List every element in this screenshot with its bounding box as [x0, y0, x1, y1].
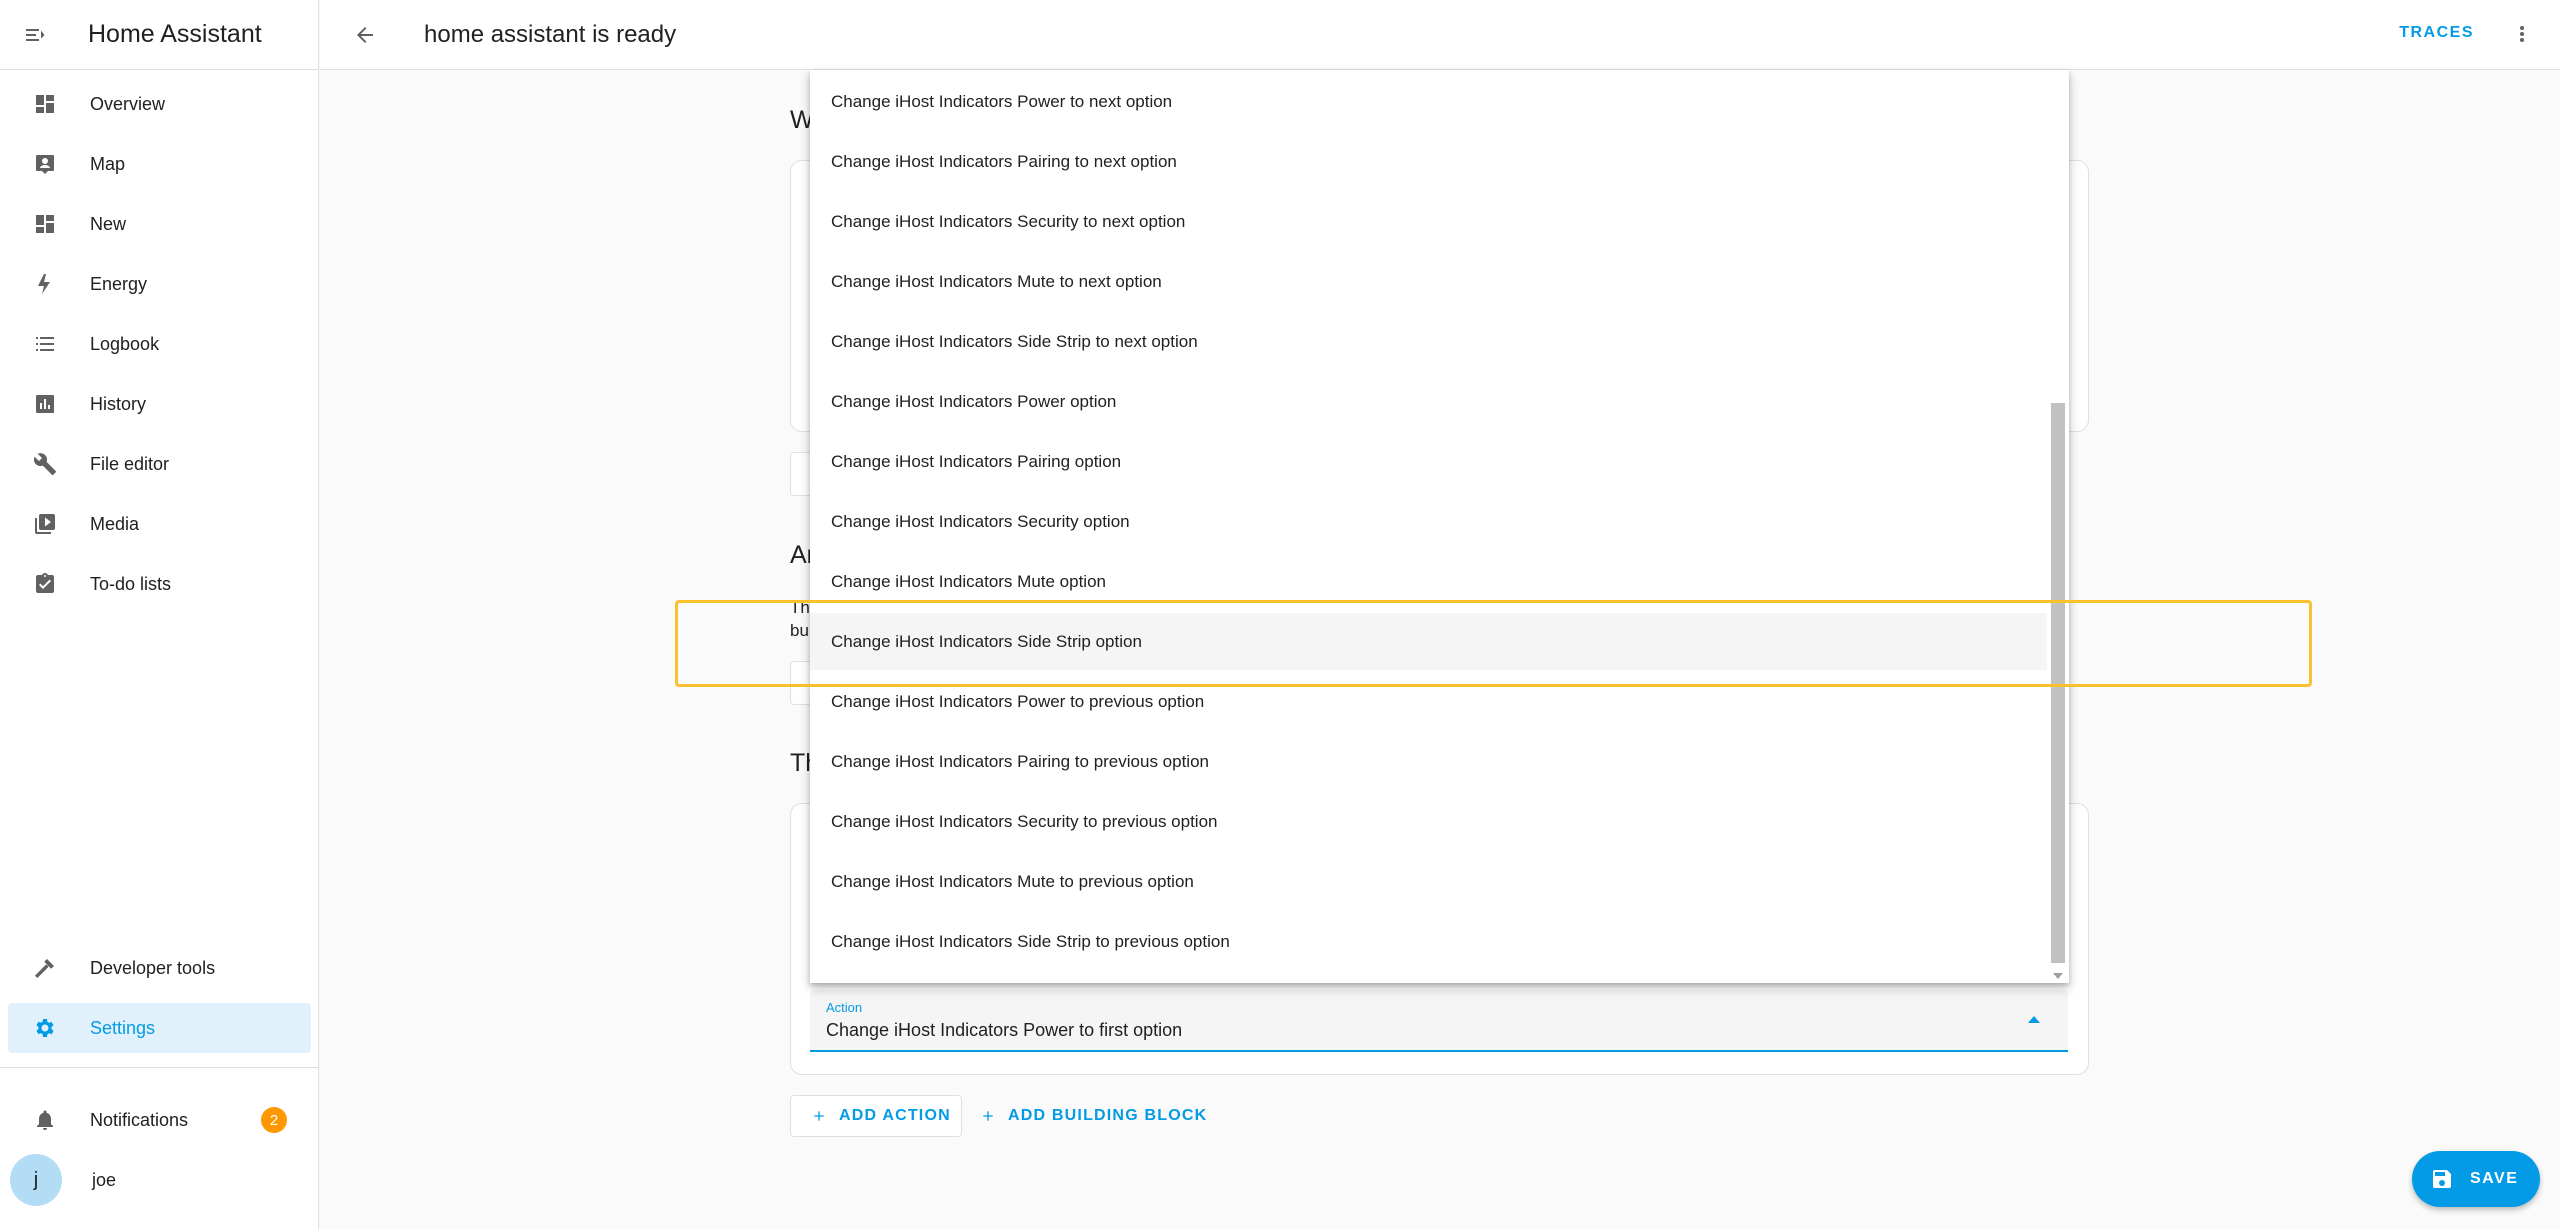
menu-open-icon: [26, 28, 45, 41]
add-building-block-button[interactable]: ADD BUILDING BLOCK: [980, 1095, 1207, 1137]
action-select-value: Change iHost Indicators Power to first o…: [826, 1020, 1183, 1040]
traces-button[interactable]: TRACES: [2399, 24, 2474, 42]
map-icon: [20, 152, 70, 176]
menu-option[interactable]: Change iHost Indicators Side Strip to pr…: [810, 913, 2047, 970]
sidebar-item-logbook[interactable]: Logbook: [8, 319, 311, 369]
menu-option[interactable]: Change iHost Indicators Pairing to next …: [810, 133, 2047, 190]
arrow-left-icon: [357, 26, 373, 43]
chart-icon: [20, 392, 70, 416]
sidebar-item-todo-lists[interactable]: To-do lists: [8, 559, 311, 609]
sidebar-user-name: joe: [92, 1169, 117, 1190]
add-action-button[interactable]: ADD ACTION: [790, 1095, 962, 1137]
sidebar-item-label: History: [90, 393, 147, 414]
list-icon: [20, 332, 70, 356]
page-title: home assistant is ready: [424, 20, 677, 48]
sidebar-item-label: Energy: [90, 273, 148, 294]
dashboard-icon: [20, 212, 70, 236]
highlight-outline: [675, 600, 2312, 687]
add-action-label: ADD ACTION: [839, 1107, 951, 1124]
back-button[interactable]: [335, 5, 395, 65]
sidebar-item-label: Notifications: [90, 1109, 189, 1130]
sidebar-item-label: New: [90, 213, 127, 234]
sidebar-item-notifications[interactable]: Notifications 2: [8, 1095, 311, 1145]
menu-scrollbar[interactable]: [2047, 70, 2069, 983]
sidebar-item-history[interactable]: History: [8, 379, 311, 429]
menu-option[interactable]: Change iHost Indicators Power option: [810, 373, 2047, 430]
app-title: Home Assistant: [88, 20, 262, 48]
sidebar-item-label: Logbook: [90, 333, 160, 354]
menu-option[interactable]: Change iHost Indicators Side Strip to ne…: [810, 313, 2047, 370]
gear-icon: [20, 1016, 70, 1040]
sidebar-item-media[interactable]: Media: [8, 499, 311, 549]
media-icon: [20, 512, 70, 536]
menu-option[interactable]: Change iHost Indicators Mute to next opt…: [810, 253, 2047, 310]
plus-icon: [814, 1111, 824, 1121]
floppy-disk-icon: [2433, 1170, 2451, 1188]
save-label: SAVE: [2470, 1170, 2519, 1187]
notification-count-badge: 2: [261, 1107, 287, 1133]
sidebar-item-label: Developer tools: [90, 957, 216, 978]
sidebar: Home Assistant Overview Map New Energy L…: [0, 0, 319, 1229]
hammer-icon: [20, 956, 70, 980]
sidebar-item-overview[interactable]: Overview: [8, 79, 311, 129]
menu-toggle-button[interactable]: [0, 0, 70, 70]
dots-vertical-icon: [2520, 26, 2524, 42]
menu-option[interactable]: Change iHost Indicators Mute to previous…: [810, 853, 2047, 910]
menu-option[interactable]: Change iHost Indicators Security option: [810, 493, 2047, 550]
wrench-icon: [20, 452, 70, 476]
menu-option[interactable]: Change iHost Indicators Security to next…: [810, 193, 2047, 250]
bell-icon: [20, 1108, 70, 1132]
plus-icon: [983, 1111, 993, 1121]
sidebar-item-label: Map: [90, 153, 126, 174]
action-options-menu: Change iHost Indicators Power to next op…: [810, 70, 2069, 983]
sidebar-item-file-editor[interactable]: File editor: [8, 439, 311, 489]
save-button[interactable]: SAVE: [2412, 1151, 2540, 1207]
sidebar-item-settings[interactable]: Settings: [8, 1003, 311, 1053]
scroll-down-arrow-icon[interactable]: [2053, 973, 2063, 979]
add-trigger-button-fragment[interactable]: [790, 452, 812, 496]
overflow-menu-button[interactable]: [2510, 22, 2534, 46]
sidebar-item-new[interactable]: New: [8, 199, 311, 249]
clipboard-icon: [20, 572, 70, 596]
menu-option[interactable]: Change iHost Indicators Power to next op…: [810, 73, 2047, 130]
sidebar-item-label: File editor: [90, 453, 170, 474]
lightning-icon: [20, 272, 70, 296]
caret-up-icon: [2028, 1016, 2040, 1023]
sidebar-item-developer-tools[interactable]: Developer tools: [8, 943, 311, 993]
sidebar-item-label: Media: [90, 513, 140, 534]
dashboard-icon: [20, 92, 70, 116]
sidebar-item-energy[interactable]: Energy: [8, 259, 311, 309]
sidebar-item-user[interactable]: j joe: [8, 1153, 311, 1207]
sidebar-item-label: Settings: [90, 1017, 156, 1038]
action-select-label: Action: [826, 1000, 863, 1015]
action-select[interactable]: Action Change iHost Indicators Power to …: [810, 990, 2068, 1052]
menu-option[interactable]: Change iHost Indicators Pairing option: [810, 433, 2047, 490]
top-app-bar: home assistant is ready TRACES: [320, 0, 2560, 70]
sidebar-item-label: Overview: [90, 93, 166, 114]
sidebar-item-label: To-do lists: [90, 573, 172, 594]
sidebar-divider: [0, 1067, 319, 1068]
menu-option[interactable]: Change iHost Indicators Security to prev…: [810, 793, 2047, 850]
add-building-block-label: ADD BUILDING BLOCK: [1008, 1107, 1208, 1124]
sidebar-header: Home Assistant: [0, 0, 318, 70]
sidebar-item-map[interactable]: Map: [8, 139, 311, 189]
menu-option[interactable]: Change iHost Indicators Pairing to previ…: [810, 733, 2047, 790]
avatar: j: [10, 1154, 62, 1206]
